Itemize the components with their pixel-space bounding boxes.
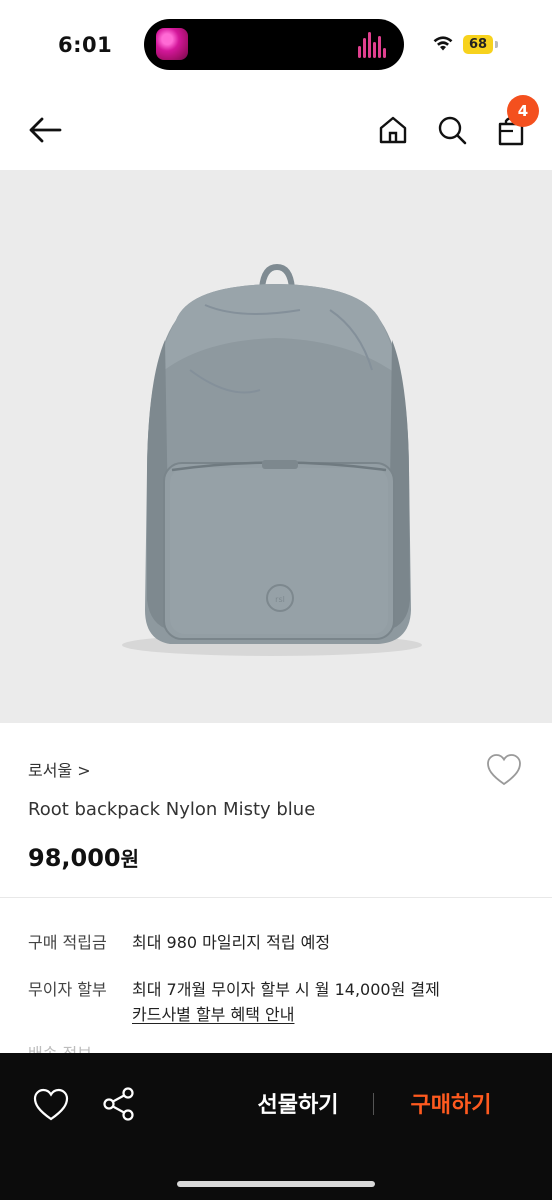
battery-level: 68 xyxy=(463,35,493,54)
button-separator xyxy=(373,1093,374,1115)
top-nav xyxy=(0,90,552,170)
points-value: 최대 980 마일리지 적립 예정 xyxy=(132,933,331,952)
installment-benefits-link[interactable]: 카드사별 할부 혜택 안내 xyxy=(132,1001,294,1025)
price-unit: 원 xyxy=(120,847,140,871)
dynamic-island xyxy=(144,19,404,70)
product-price: 98,000원 xyxy=(28,843,139,872)
product-image[interactable]: rsl xyxy=(0,170,552,723)
buy-button[interactable]: 구매하기 xyxy=(390,1086,512,1126)
wifi-icon xyxy=(433,36,453,51)
battery-tip xyxy=(495,41,498,48)
back-button[interactable] xyxy=(25,110,65,150)
installment-value: 최대 7개월 무이자 할부 시 월 14,000원 결제 xyxy=(132,980,440,999)
now-playing-artwork xyxy=(156,28,188,60)
wishlist-heart-icon[interactable] xyxy=(486,753,522,787)
status-time: 6:01 xyxy=(58,33,113,57)
home-button[interactable] xyxy=(373,110,413,150)
points-label: 구매 적립금 xyxy=(28,933,107,952)
bottom-action-bar: 선물하기 구매하기 xyxy=(0,1053,552,1200)
product-name: Root backpack Nylon Misty blue xyxy=(28,799,316,820)
heart-icon[interactable] xyxy=(33,1088,69,1122)
search-icon xyxy=(438,116,467,145)
search-button[interactable] xyxy=(432,110,472,150)
section-divider xyxy=(0,897,552,898)
cart-count-badge: 4 xyxy=(507,95,539,127)
home-icon xyxy=(379,116,407,144)
status-bar: 6:01 68 xyxy=(0,0,552,90)
share-icon[interactable] xyxy=(102,1086,136,1122)
backpack-image: rsl xyxy=(122,263,422,656)
audio-wave-icon xyxy=(358,32,388,58)
svg-text:rsl: rsl xyxy=(275,595,285,604)
home-indicator[interactable] xyxy=(177,1181,375,1187)
price-amount: 98,000 xyxy=(28,844,121,872)
installment-label: 무이자 할부 xyxy=(28,980,107,999)
gift-button[interactable]: 선물하기 xyxy=(228,1086,368,1126)
back-arrow-icon xyxy=(29,117,62,143)
brand-link[interactable]: 로서울 > xyxy=(28,757,91,781)
